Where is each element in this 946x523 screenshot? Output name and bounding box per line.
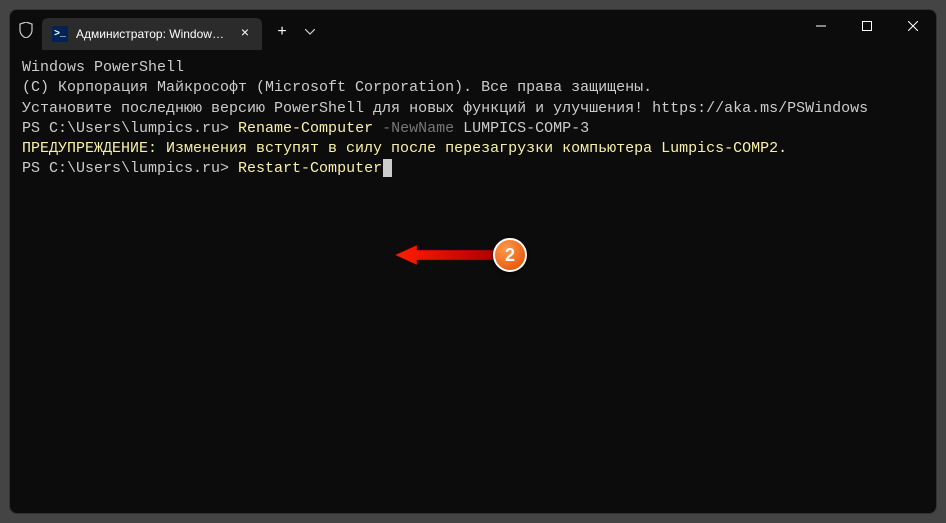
step-badge: 2	[493, 238, 527, 272]
output-line: Установите последнюю версию PowerShell д…	[22, 99, 924, 119]
parameter: -NewName	[373, 120, 454, 137]
warning-line: ПРЕДУПРЕЖДЕНИЕ: Изменения вступят в силу…	[22, 139, 924, 159]
arrow-icon	[395, 243, 495, 267]
command-line: PS C:\Users\lumpics.ru> Rename-Computer …	[22, 119, 924, 139]
tab-dropdown-icon[interactable]	[298, 16, 322, 48]
window-controls	[798, 10, 936, 50]
prompt-path: PS C:\Users\lumpics.ru>	[22, 160, 238, 177]
output-line: (C) Корпорация Майкрософт (Microsoft Cor…	[22, 78, 924, 98]
titlebar-left: >_ Администратор: Windows Po × +	[18, 10, 322, 50]
tab-close-icon[interactable]: ×	[236, 25, 254, 43]
maximize-button[interactable]	[844, 10, 890, 42]
close-button[interactable]	[890, 10, 936, 42]
output-line: Windows PowerShell	[22, 58, 924, 78]
callout-annotation: 2	[395, 238, 527, 272]
tab-powershell[interactable]: >_ Администратор: Windows Po ×	[42, 18, 262, 50]
tab-title: Администратор: Windows Po	[76, 27, 226, 41]
powershell-icon: >_	[52, 26, 68, 42]
cmdlet: Restart-Computer	[238, 160, 382, 177]
command-line: PS C:\Users\lumpics.ru> Restart-Computer	[22, 159, 924, 179]
terminal-content[interactable]: Windows PowerShell (C) Корпорация Майкро…	[10, 50, 936, 513]
prompt-path: PS C:\Users\lumpics.ru>	[22, 120, 238, 137]
minimize-button[interactable]	[798, 10, 844, 42]
cmdlet: Rename-Computer	[238, 120, 373, 137]
cursor	[383, 159, 392, 177]
admin-shield-icon	[18, 21, 34, 39]
terminal-window: >_ Администратор: Windows Po × + Windows…	[9, 9, 937, 514]
new-tab-button[interactable]: +	[266, 16, 298, 48]
argument: LUMPICS-COMP-3	[454, 120, 589, 137]
titlebar: >_ Администратор: Windows Po × +	[10, 10, 936, 50]
